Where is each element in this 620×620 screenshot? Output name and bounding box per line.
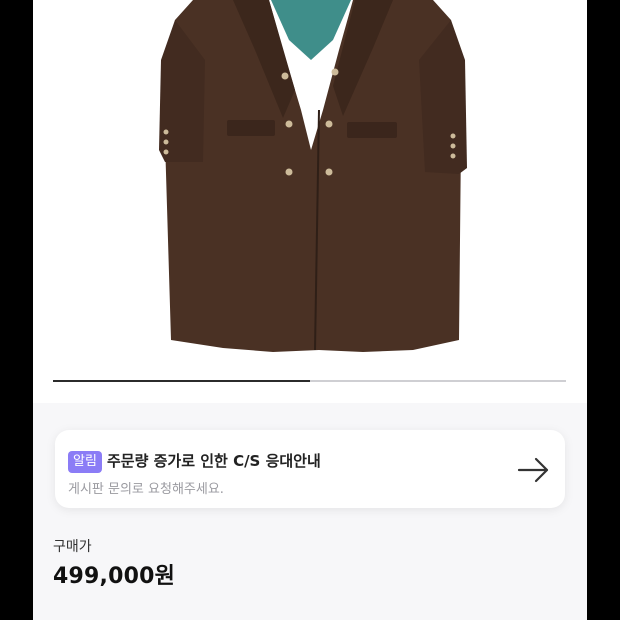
notice-badge: 알림 [68,451,102,473]
carousel-progress-fill [53,380,310,382]
app-screen: 알림 주문량 증가로 인한 C/S 응대안내 게시판 문의로 요청해주세요. 구… [33,0,587,620]
notice-title: 주문량 증가로 인한 C/S 응대안내 [107,452,321,470]
price-value: 499,000원 [53,564,176,589]
carousel-progress [53,380,566,382]
notice-subtitle: 게시판 문의로 요청해주세요. [68,482,224,497]
price-label: 구매가 [53,539,92,555]
product-image-carousel[interactable] [33,0,587,403]
cs-notice-card[interactable]: 알림 주문량 증가로 인한 C/S 응대안내 게시판 문의로 요청해주세요. [55,430,565,508]
coat-image [159,0,467,352]
arrow-right-icon[interactable] [517,456,551,484]
